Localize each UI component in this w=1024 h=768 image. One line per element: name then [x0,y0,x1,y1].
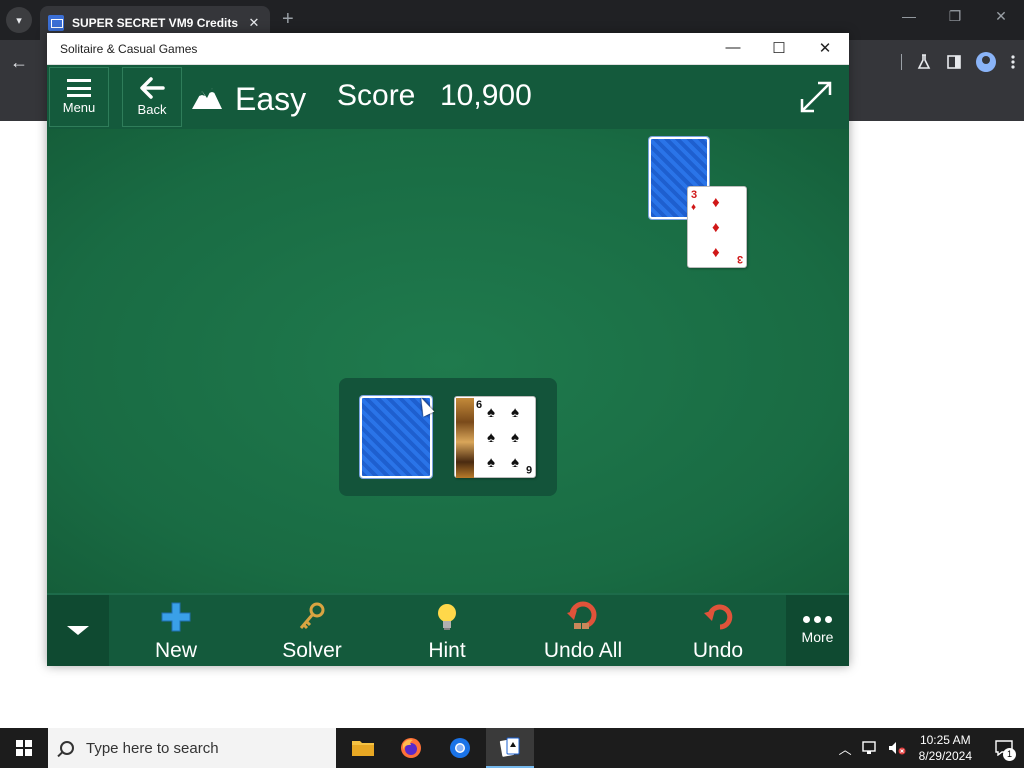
more-button-label: More [801,629,834,645]
side-panel-icon[interactable] [946,54,962,70]
hint-button[interactable]: Hint [392,599,502,665]
foundation-card-3-diamonds[interactable]: 3 ♦ ♦ ♦ ♦ 3 [687,186,747,268]
tab-title: SUPER SECRET VM9 Credits [72,16,239,30]
undo-all-icon [565,599,601,635]
back-button-label: Back [137,102,167,117]
score-value: 10,900 [440,79,532,112]
undo-arrow-icon [700,599,736,635]
browser-restore-button[interactable]: ❐ [940,8,970,25]
solver-button[interactable]: Solver [257,599,367,665]
system-tray: ︿ 10:25 AM 8/29/2024 1 [834,728,1024,768]
card-suit-small: ♦ [691,202,697,213]
stock-waste-panel: 6 ♠ ♠ ♠ ♠ ♠ ♠ 6 [339,378,557,496]
labs-flask-icon[interactable] [916,54,932,70]
toolbar-separator [901,54,902,70]
firefox-taskbar-icon[interactable] [387,728,435,768]
difficulty-label: Easy [235,81,307,117]
undo-button-label: Undo [692,639,744,662]
game-header: Menu Back Easy Score 10,900 [47,65,849,129]
clock-date: 8/29/2024 [918,749,972,763]
waste-pile-6-spades[interactable]: 6 ♠ ♠ ♠ ♠ ♠ ♠ 6 [454,396,536,478]
spade-pip-icon: ♠ [511,404,519,421]
spade-pip-icon: ♠ [487,454,495,471]
collapse-toolbar-button[interactable] [47,595,109,666]
app-minimize-button[interactable]: — [713,39,753,56]
windows-taskbar: Type here to search ︿ 10:25 AM 8/29/2024… [0,728,1024,768]
menu-button[interactable]: Menu [49,67,109,127]
lightbulb-icon [429,599,465,635]
app-close-button[interactable]: ✕ [805,39,845,57]
search-placeholder: Type here to search [86,739,219,757]
mountain-difficulty-icon [192,88,222,109]
windows-logo-icon [16,740,32,756]
game-bottom-bar: New Solver Hint Undo All Undo More [47,593,849,666]
card-rank-bottom: 6 [525,463,532,475]
tab-close-icon[interactable]: ✕ [244,15,264,31]
network-icon[interactable] [861,741,878,755]
taskbar-clock[interactable]: 10:25 AM 8/29/2024 [919,732,972,764]
chevron-down-icon [67,626,89,635]
hamburger-icon [67,79,91,97]
more-button[interactable]: More [786,595,849,666]
search-icon [60,741,74,755]
new-button-label: New [154,639,197,662]
spade-pip-icon: ♠ [511,454,519,471]
start-button[interactable] [0,728,48,768]
diamond-pip-icon: ♦ [712,219,720,236]
solver-button-label: Solver [282,639,342,662]
tab-favicon-icon [48,15,64,31]
hint-button-label: Hint [428,639,466,662]
notification-count-badge: 1 [1003,748,1016,761]
undo-button[interactable]: Undo [663,599,773,665]
spade-pip-icon: ♠ [487,429,495,446]
card-rank-bottom: 3 [736,253,743,265]
profile-avatar-icon[interactable] [976,52,996,72]
new-game-button[interactable]: New [121,599,231,665]
plus-icon [158,599,194,635]
browser-minimize-button[interactable]: — [894,8,924,24]
tray-chevron-up-icon[interactable]: ︿ [839,739,852,758]
fullscreen-icon[interactable] [798,79,834,115]
browser-close-button[interactable]: ✕ [986,8,1016,25]
file-explorer-taskbar-icon[interactable] [339,728,387,768]
spade-pip-icon: ♠ [511,429,519,446]
card-rank: 6 [476,399,483,411]
diamond-pip-icon: ♦ [712,244,720,261]
volume-muted-icon[interactable] [888,741,906,755]
undo-all-button[interactable]: Undo All [528,599,638,665]
notification-center-button[interactable]: 1 [984,728,1024,768]
back-button[interactable]: Back [122,67,182,127]
back-arrow-icon [140,77,165,99]
key-icon [294,599,330,635]
browser-menu-icon[interactable] [1010,54,1016,70]
game-felt-table: 3 ♦ ♦ ♦ ♦ 3 6 ♠ ♠ ♠ ♠ ♠ ♠ 6 [47,129,849,593]
more-dots-icon [803,616,832,623]
app-window-title: Solitaire & Casual Games [60,42,198,56]
browser-toolbar-icons [901,52,1016,72]
browser-back-icon[interactable]: ← [10,52,28,73]
solitaire-window: Solitaire & Casual Games — ☐ ✕ Menu Back… [47,33,849,666]
undo-all-button-label: Undo All [543,639,623,662]
menu-button-label: Menu [62,100,96,115]
score-label: Score [337,79,416,112]
chrome-taskbar-icon[interactable] [436,728,484,768]
app-maximize-button[interactable]: ☐ [759,39,799,57]
spade-pip-icon: ♠ [487,404,495,421]
tab-list-chevron-icon[interactable]: ▾ [6,7,32,33]
taskbar-search-box[interactable]: Type here to search [48,728,336,768]
app-titlebar: Solitaire & Casual Games — ☐ ✕ [47,33,849,65]
clock-time: 10:25 AM [919,733,971,747]
new-tab-button[interactable]: + [282,8,294,31]
solitaire-taskbar-icon[interactable] [486,728,534,768]
stacked-card-edge [456,398,474,478]
diamond-pip-icon: ♦ [712,194,720,211]
